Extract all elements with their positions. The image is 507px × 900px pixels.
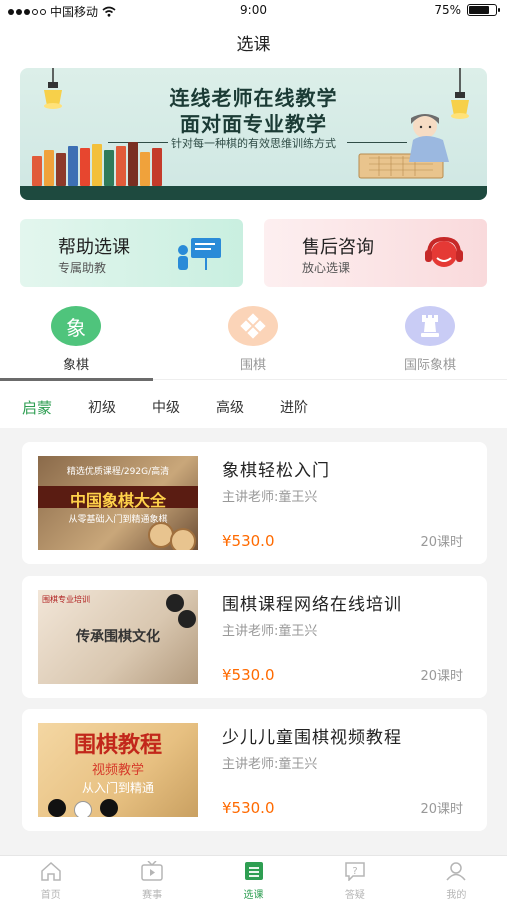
nav-profile[interactable]: 我的 <box>406 856 507 900</box>
tab-xiangqi[interactable]: 象 象棋 <box>0 306 152 373</box>
books-illustration <box>32 142 162 186</box>
level-tab-chuji[interactable]: 初级 <box>88 397 116 418</box>
course-price: ¥530.0 <box>222 666 275 684</box>
nav-home[interactable]: 首页 <box>0 856 101 900</box>
list-icon <box>244 862 263 880</box>
level-tab-jinjie[interactable]: 进阶 <box>280 397 308 418</box>
course-title: 少儿儿童围棋视频教程 <box>222 728 402 748</box>
home-icon <box>40 861 61 881</box>
headset-icon <box>425 236 463 267</box>
presentation-icon <box>178 238 221 270</box>
teacher-illustration <box>358 114 449 179</box>
course-title: 围棋课程网络在线培训 <box>222 595 402 615</box>
tab-weiqi[interactable]: 围棋 <box>177 306 329 373</box>
battery-icon <box>467 4 500 16</box>
question-icon: ? <box>345 862 365 882</box>
nav-qa[interactable]: ? 答疑 <box>304 856 405 900</box>
tab-label: 国际象棋 <box>403 358 456 373</box>
tab-chess[interactable]: 国际象棋 <box>354 306 506 373</box>
course-hours: 20课时 <box>420 535 463 550</box>
bottom-nav: 首页 赛事 选课 ? 答疑 我的 <box>0 855 507 900</box>
course-card[interactable]: 围棋专业培训 传承围棋文化 围棋课程网络在线培训 主讲老师:童王兴 ¥530.0… <box>22 576 487 698</box>
person-icon <box>446 862 466 881</box>
card-title: 帮助选课 <box>58 237 130 258</box>
nav-events[interactable]: 赛事 <box>101 856 202 900</box>
banner-floor <box>20 186 487 200</box>
course-teacher: 主讲老师:童王兴 <box>222 757 318 772</box>
course-card[interactable]: 围棋教程 视频教学 从入门到精通 少儿儿童围棋视频教程 主讲老师:童王兴 ¥53… <box>22 709 487 831</box>
course-title: 象棋轻松入门 <box>222 461 330 481</box>
svg-text:?: ? <box>352 866 357 877</box>
course-price: ¥530.0 <box>222 532 275 550</box>
card-subtitle: 专属助教 <box>58 261 107 275</box>
tab-label: 象棋 <box>62 358 89 373</box>
course-hours: 20课时 <box>420 669 463 684</box>
banner-headline: 连线老师在线教学 <box>169 86 338 110</box>
nav-select-course[interactable]: 选课 <box>203 856 304 900</box>
promo-banner[interactable]: 连线老师在线教学 面对面专业教学 针对每一种棋的有效思维训练方式 <box>20 68 487 200</box>
level-tabs: 启蒙 初级 中级 高级 进阶 <box>22 397 344 418</box>
course-teacher: 主讲老师:童王兴 <box>222 624 318 639</box>
course-price: ¥530.0 <box>222 799 275 817</box>
battery-info: 75% <box>434 3 500 17</box>
status-bar: 中国移动 9:00 75% <box>0 0 507 22</box>
course-hours: 20课时 <box>420 802 463 817</box>
course-card[interactable]: 精选优质课程/292G/高清 中国象棋大全 从零基础入门到精通象棋 象棋轻松入门… <box>22 442 487 564</box>
course-thumbnail: 围棋专业培训 传承围棋文化 <box>38 590 198 684</box>
active-tab-indicator <box>0 378 153 381</box>
level-tab-gaoji[interactable]: 高级 <box>216 397 244 418</box>
help-select-course-card[interactable]: 帮助选课 专属助教 <box>20 219 243 287</box>
xiangqi-icon: 象 <box>51 306 101 346</box>
course-teacher: 主讲老师:童王兴 <box>222 490 318 505</box>
course-thumbnail: 精选优质课程/292G/高清 中国象棋大全 从零基础入门到精通象棋 <box>38 456 198 550</box>
tab-label: 围棋 <box>239 358 266 373</box>
level-tab-zhongji[interactable]: 中级 <box>152 397 180 418</box>
page-title: 选课 <box>236 35 271 55</box>
course-thumbnail: 围棋教程 视频教学 从入门到精通 <box>38 723 198 817</box>
level-tab-qimeng[interactable]: 启蒙 <box>22 397 52 418</box>
chess-rook-icon <box>405 306 455 346</box>
card-subtitle: 放心选课 <box>302 261 351 275</box>
clock: 9:00 <box>240 3 267 17</box>
tv-icon <box>141 860 163 881</box>
battery-percent: 75% <box>434 3 461 17</box>
card-title: 售后咨询 <box>302 237 374 258</box>
after-sales-card[interactable]: 售后咨询 放心选课 <box>264 219 487 287</box>
go-stones-icon <box>228 306 278 346</box>
